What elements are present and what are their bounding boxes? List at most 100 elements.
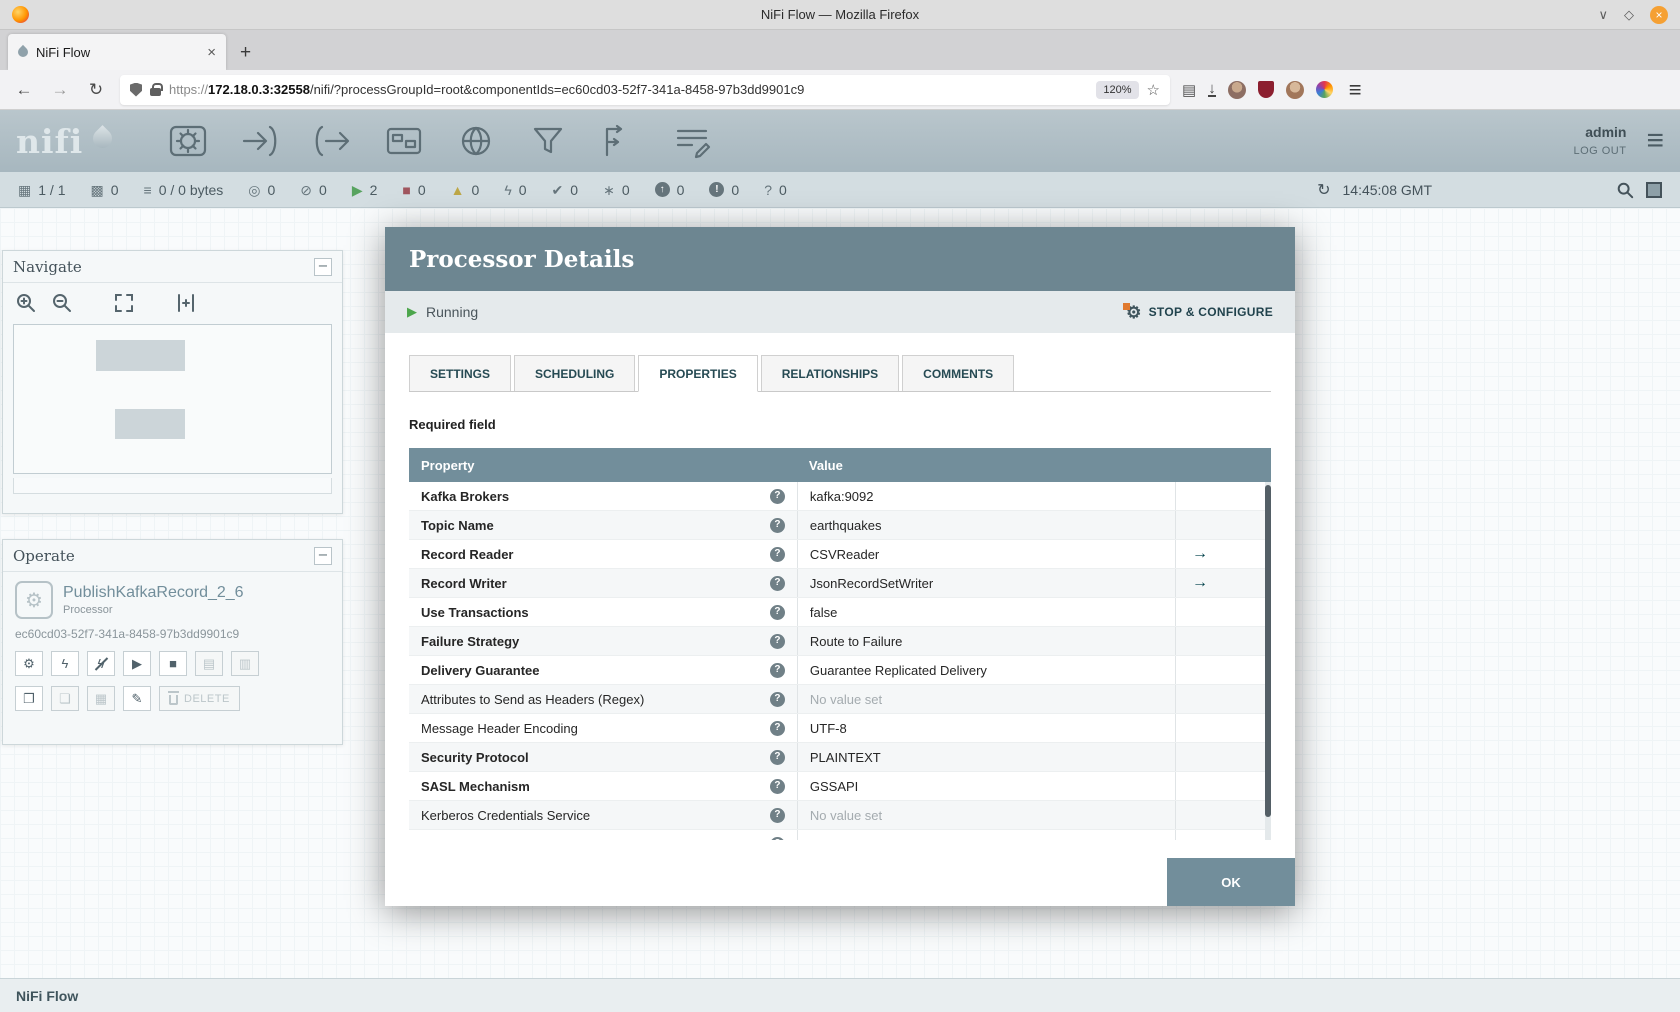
refresh-icon[interactable]: ↻ (1317, 180, 1330, 200)
help-icon[interactable]: ? (769, 807, 785, 823)
back-button[interactable]: ← (12, 80, 36, 100)
property-row[interactable]: Delivery Guarantee? Guarantee Replicated … (409, 656, 1271, 685)
help-icon[interactable]: ? (769, 488, 785, 504)
copy-button[interactable]: ❐ (15, 686, 43, 711)
tracking-shield-icon[interactable] (130, 82, 142, 97)
help-icon[interactable]: ? (769, 836, 785, 840)
property-value[interactable]: kafka:9092 (796, 482, 1175, 510)
go-to-service-icon[interactable]: → (1192, 574, 1208, 592)
tab-settings[interactable]: SETTINGS (409, 355, 512, 391)
process-group-icon[interactable] (384, 121, 424, 161)
help-icon[interactable]: ? (769, 575, 785, 591)
help-icon[interactable]: ? (769, 604, 785, 620)
help-icon[interactable]: ? (769, 778, 785, 794)
property-value[interactable]: earthquakes (796, 511, 1175, 539)
property-row[interactable]: Kerberos Credentials Service? No value se… (409, 801, 1271, 830)
table-scrollbar-thumb[interactable] (1265, 485, 1271, 817)
template-icon[interactable] (600, 121, 640, 161)
input-port-icon[interactable] (240, 121, 280, 161)
property-row[interactable]: SASL Mechanism? GSSAPI (409, 772, 1271, 801)
color-button[interactable]: ✎ (123, 686, 151, 711)
property-value[interactable]: Route to Failure (796, 627, 1175, 655)
property-row[interactable]: Record Reader? CSVReader → (409, 540, 1271, 569)
property-value[interactable]: JsonRecordSetWriter (796, 569, 1175, 597)
url-bar[interactable]: https://172.18.0.3:32558/nifi/?processGr… (120, 74, 1170, 105)
property-row[interactable]: Topic Name? earthquakes (409, 511, 1271, 540)
help-icon[interactable]: ? (769, 691, 785, 707)
group-button[interactable]: ▦ (87, 686, 115, 711)
tab-relationships[interactable]: RELATIONSHIPS (760, 355, 900, 391)
download-icon[interactable]: ↓ (1208, 81, 1216, 97)
property-value[interactable]: GSSAPI (796, 772, 1175, 800)
browser-menu-icon[interactable]: ≡ (1349, 77, 1362, 103)
lock-icon[interactable] (150, 82, 163, 96)
logout-link[interactable]: LOG OUT (1573, 143, 1626, 160)
birdseye-minimap[interactable] (13, 324, 332, 474)
help-icon[interactable]: ? (769, 749, 785, 765)
funnel-icon[interactable] (528, 121, 568, 161)
enable-button[interactable]: ϟ (51, 651, 79, 676)
forward-button[interactable]: → (48, 80, 72, 100)
window-maximize-button[interactable]: ◇ (1624, 8, 1634, 21)
search-icon[interactable] (1616, 181, 1634, 199)
zoom-in-icon[interactable] (15, 292, 37, 314)
processor-icon[interactable] (168, 121, 208, 161)
go-to-service-icon[interactable]: → (1192, 545, 1208, 563)
remote-process-group-icon[interactable] (456, 121, 496, 161)
property-value[interactable]: CSVReader (796, 540, 1175, 568)
container-pinwheel-icon[interactable] (1315, 81, 1333, 98)
extension-avatar-icon[interactable] (1285, 80, 1304, 99)
new-tab-button[interactable]: + (240, 42, 251, 64)
ublock-shield-icon[interactable] (1257, 81, 1274, 98)
paste-button[interactable]: ❏ (51, 686, 79, 711)
property-row[interactable]: Kafka Brokers? kafka:9092 (409, 482, 1271, 511)
configure-button[interactable]: ⚙ (15, 651, 43, 676)
output-port-icon[interactable] (312, 121, 352, 161)
property-row[interactable]: Message Header Encoding? UTF-8 (409, 714, 1271, 743)
property-value[interactable]: No value set (796, 801, 1175, 829)
tab-close-icon[interactable]: × (207, 44, 216, 61)
zoom-fit-icon[interactable] (113, 292, 135, 314)
disable-button[interactable]: ϟ (87, 651, 115, 676)
stop-and-configure-button[interactable]: ⚙ STOP & CONFIGURE (1123, 302, 1273, 321)
zoom-actual-icon[interactable] (175, 292, 197, 314)
help-icon[interactable]: ? (769, 546, 785, 562)
help-icon[interactable]: ? (769, 720, 785, 736)
property-row[interactable]: Record Writer? JsonRecordSetWriter → (409, 569, 1271, 598)
property-row-partial[interactable]: ? (409, 830, 1271, 840)
window-close-button[interactable]: × (1650, 5, 1668, 24)
zoom-out-icon[interactable] (51, 292, 73, 314)
tab-comments[interactable]: COMMENTS (902, 355, 1015, 391)
property-row[interactable]: Security Protocol? PLAINTEXT (409, 743, 1271, 772)
account-avatar-icon[interactable] (1227, 80, 1246, 99)
stop-button[interactable]: ■ (159, 651, 187, 676)
operate-collapse-button[interactable]: − (314, 546, 332, 565)
library-icon[interactable]: ▤ (1182, 81, 1196, 99)
property-row[interactable]: Use Transactions? false (409, 598, 1271, 627)
property-row[interactable]: Failure Strategy? Route to Failure (409, 627, 1271, 656)
property-row[interactable]: Attributes to Send as Headers (Regex)? No… (409, 685, 1271, 714)
reload-button[interactable]: ↻ (84, 80, 108, 100)
global-menu-icon[interactable]: ≡ (1646, 126, 1664, 156)
panel-toggle-icon[interactable] (1646, 181, 1662, 198)
help-icon[interactable]: ? (769, 517, 785, 533)
create-template-button[interactable]: ▤ (195, 651, 223, 676)
ok-button[interactable]: OK (1167, 858, 1295, 906)
delete-button[interactable]: DELETE (159, 686, 240, 711)
navigate-collapse-button[interactable]: − (314, 257, 332, 276)
tab-scheduling[interactable]: SCHEDULING (514, 355, 636, 391)
browser-tab[interactable]: NiFi Flow × (8, 34, 226, 70)
property-value[interactable]: Guarantee Replicated Delivery (796, 656, 1175, 684)
property-value[interactable]: PLAINTEXT (796, 743, 1175, 771)
property-value[interactable] (796, 830, 1175, 840)
start-button[interactable]: ▶ (123, 651, 151, 676)
help-icon[interactable]: ? (769, 633, 785, 649)
property-value[interactable]: false (796, 598, 1175, 626)
property-value[interactable]: UTF-8 (796, 714, 1175, 742)
help-icon[interactable]: ? (769, 662, 785, 678)
window-minimize-button[interactable]: ∨ (1598, 8, 1608, 21)
zoom-indicator[interactable]: 120% (1096, 80, 1139, 99)
label-icon[interactable] (672, 121, 712, 161)
upload-template-button[interactable]: ▥ (231, 651, 259, 676)
tab-properties[interactable]: PROPERTIES (638, 355, 758, 392)
